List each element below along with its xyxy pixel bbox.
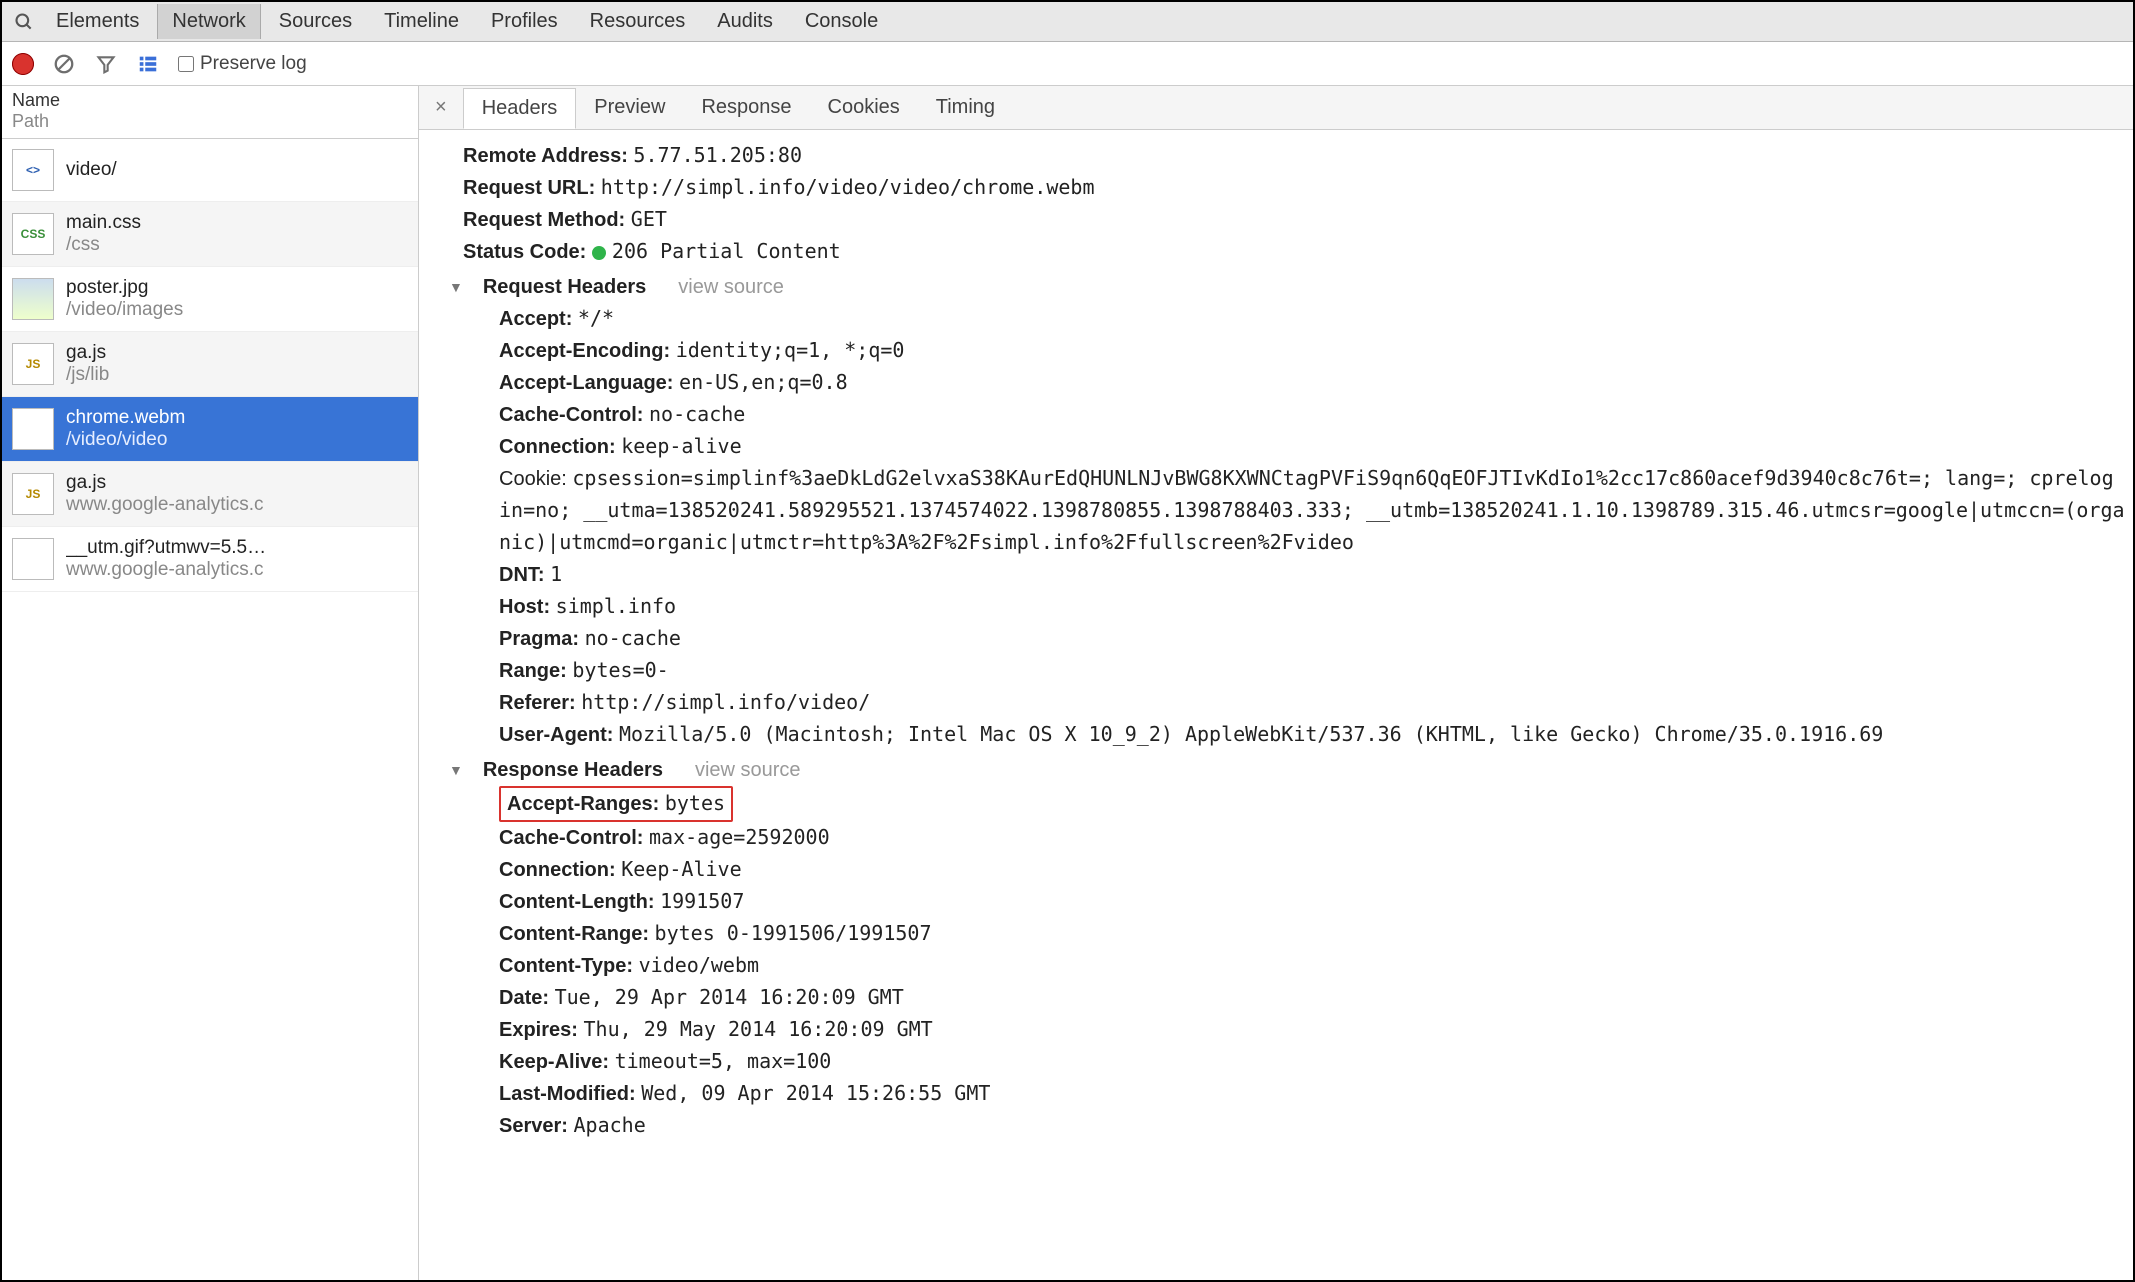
file-icon-html: <> <box>12 149 54 191</box>
filter-icon[interactable] <box>94 52 118 76</box>
summary-request-method: Request Method: GET <box>449 204 2125 236</box>
section-title: Response Headers <box>483 755 663 786</box>
req-user-agent: User-Agent: Mozilla/5.0 (Macintosh; Inte… <box>485 719 2125 751</box>
row-name: __utm.gif?utmwv=5.5… <box>66 537 266 559</box>
preserve-log-input[interactable] <box>178 56 194 72</box>
details-tabs: × Headers Preview Response Cookies Timin… <box>419 86 2133 130</box>
main-split: Name Path <> video/ CSS main.css /css <box>2 86 2133 1280</box>
res-date: Date: Tue, 29 Apr 2014 16:20:09 GMT <box>485 982 2125 1014</box>
row-path: /video/images <box>66 299 183 321</box>
summary-remote-address: Remote Address: 5.77.51.205:80 <box>449 140 2125 172</box>
request-row-gajs-remote[interactable]: JS ga.js www.google-analytics.c <box>2 462 418 527</box>
req-dnt: DNT: 1 <box>485 559 2125 591</box>
res-last-modified: Last-Modified: Wed, 09 Apr 2014 15:26:55… <box>485 1078 2125 1110</box>
req-cookie: Cookie: cpsession=simplinf%3aeDkLdG2elvx… <box>485 463 2125 559</box>
res-expires: Expires: Thu, 29 May 2014 16:20:09 GMT <box>485 1014 2125 1046</box>
dtab-cookies[interactable]: Cookies <box>810 88 918 127</box>
network-toolbar: Preserve log <box>2 42 2133 86</box>
preserve-log-label: Preserve log <box>200 53 307 75</box>
tab-sources[interactable]: Sources <box>265 4 366 39</box>
dtab-response[interactable]: Response <box>683 88 809 127</box>
row-name: video/ <box>66 159 117 181</box>
sidebar-list: <> video/ CSS main.css /css poster.jpg /… <box>2 139 418 1280</box>
section-request-headers[interactable]: ▼ Request Headers view source <box>449 272 2125 303</box>
req-cache-control: Cache-Control: no-cache <box>485 399 2125 431</box>
tab-profiles[interactable]: Profiles <box>477 4 572 39</box>
req-range: Range: bytes=0- <box>485 655 2125 687</box>
row-path: /js/lib <box>66 364 109 386</box>
file-icon-generic <box>12 408 54 450</box>
row-name: ga.js <box>66 472 263 494</box>
tab-resources[interactable]: Resources <box>576 4 700 39</box>
tab-network[interactable]: Network <box>157 4 260 39</box>
row-name: main.css <box>66 212 141 234</box>
request-row-maincss[interactable]: CSS main.css /css <box>2 202 418 267</box>
row-path: www.google-analytics.c <box>66 559 266 581</box>
req-referer: Referer: http://simpl.info/video/ <box>485 687 2125 719</box>
file-icon-js: JS <box>12 343 54 385</box>
search-icon[interactable] <box>10 8 38 36</box>
summary-status-code: Status Code: 206 Partial Content <box>449 236 2125 268</box>
record-button[interactable] <box>12 53 34 75</box>
disclosure-triangle-icon: ▼ <box>449 277 463 299</box>
dtab-timing[interactable]: Timing <box>918 88 1013 127</box>
close-details-icon[interactable]: × <box>431 96 463 119</box>
status-dot-icon <box>592 246 606 260</box>
res-keep-alive: Keep-Alive: timeout=5, max=100 <box>485 1046 2125 1078</box>
tab-elements[interactable]: Elements <box>42 4 153 39</box>
req-accept: Accept: */* <box>485 303 2125 335</box>
file-icon-image <box>12 278 54 320</box>
tab-timeline[interactable]: Timeline <box>370 4 473 39</box>
preserve-log-checkbox[interactable]: Preserve log <box>178 53 307 75</box>
request-row-utmgif[interactable]: __utm.gif?utmwv=5.5… www.google-analytic… <box>2 527 418 592</box>
row-path: /video/video <box>66 429 185 451</box>
request-row-gajs-local[interactable]: JS ga.js /js/lib <box>2 332 418 397</box>
summary-request-url: Request URL: http://simpl.info/video/vid… <box>449 172 2125 204</box>
res-content-length: Content-Length: 1991507 <box>485 886 2125 918</box>
disclosure-triangle-icon: ▼ <box>449 760 463 782</box>
file-icon-generic <box>12 538 54 580</box>
response-headers-block: Accept-Ranges: bytes Cache-Control: max-… <box>449 786 2125 1142</box>
col-path: Path <box>12 111 408 132</box>
request-list-sidebar: Name Path <> video/ CSS main.css /css <box>2 86 419 1280</box>
req-host: Host: simpl.info <box>485 591 2125 623</box>
row-name: poster.jpg <box>66 277 183 299</box>
tab-audits[interactable]: Audits <box>703 4 787 39</box>
req-accept-encoding: Accept-Encoding: identity;q=1, *;q=0 <box>485 335 2125 367</box>
dtab-headers[interactable]: Headers <box>463 88 577 129</box>
view-toggle-icon[interactable] <box>136 52 160 76</box>
details-pane: × Headers Preview Response Cookies Timin… <box>419 86 2133 1280</box>
clear-icon[interactable] <box>52 52 76 76</box>
file-icon-css: CSS <box>12 213 54 255</box>
req-connection: Connection: keep-alive <box>485 431 2125 463</box>
row-name: ga.js <box>66 342 109 364</box>
request-row-chromewebm[interactable]: chrome.webm /video/video <box>2 397 418 462</box>
section-title: Request Headers <box>483 272 646 303</box>
request-row-video[interactable]: <> video/ <box>2 139 418 202</box>
file-icon-js: JS <box>12 473 54 515</box>
section-response-headers[interactable]: ▼ Response Headers view source <box>449 755 2125 786</box>
row-name: chrome.webm <box>66 407 185 429</box>
res-server: Server: Apache <box>485 1110 2125 1142</box>
dtab-preview[interactable]: Preview <box>576 88 683 127</box>
view-source-link[interactable]: view source <box>695 755 801 786</box>
res-connection: Connection: Keep-Alive <box>485 854 2125 886</box>
res-accept-ranges: Accept-Ranges: bytes <box>485 786 2125 822</box>
row-path: /css <box>66 234 141 256</box>
res-content-type: Content-Type: video/webm <box>485 950 2125 982</box>
request-headers-block: Accept: */* Accept-Encoding: identity;q=… <box>449 303 2125 751</box>
details-body: Remote Address: 5.77.51.205:80 Request U… <box>419 130 2133 1280</box>
res-content-range: Content-Range: bytes 0-1991506/1991507 <box>485 918 2125 950</box>
sidebar-header: Name Path <box>2 86 418 139</box>
view-source-link[interactable]: view source <box>678 272 784 303</box>
tab-console[interactable]: Console <box>791 4 892 39</box>
res-cache-control: Cache-Control: max-age=2592000 <box>485 822 2125 854</box>
request-row-posterjpg[interactable]: poster.jpg /video/images <box>2 267 418 332</box>
req-pragma: Pragma: no-cache <box>485 623 2125 655</box>
req-accept-language: Accept-Language: en-US,en;q=0.8 <box>485 367 2125 399</box>
row-path: www.google-analytics.c <box>66 494 263 516</box>
devtools-top-tabs: Elements Network Sources Timeline Profil… <box>2 2 2133 42</box>
col-name: Name <box>12 90 408 111</box>
